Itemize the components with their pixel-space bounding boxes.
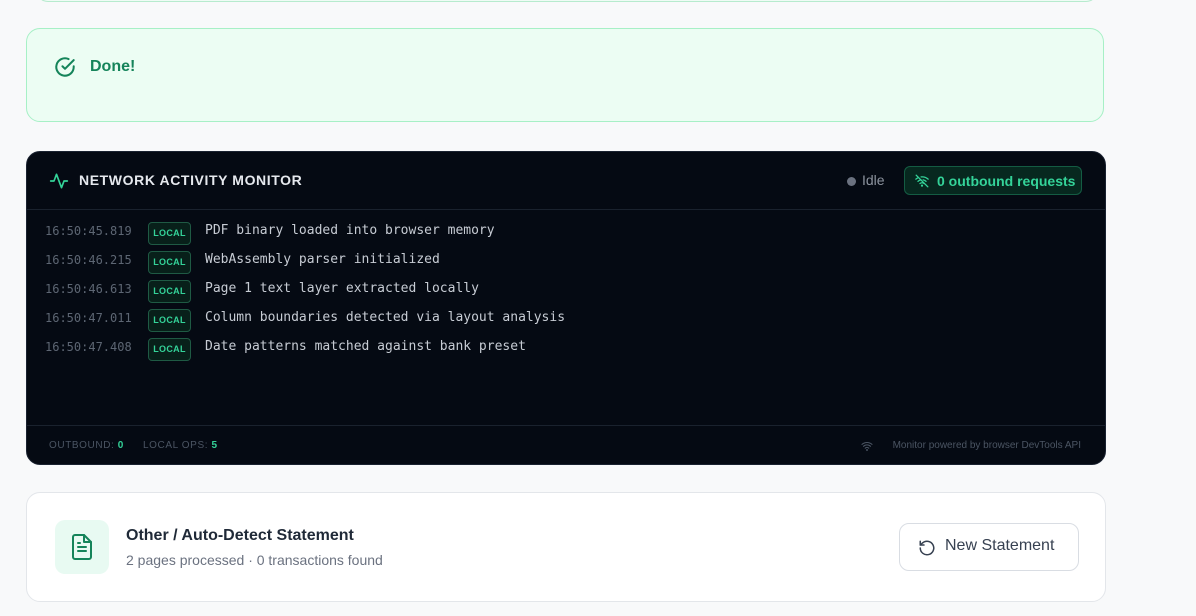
previous-card-edge	[36, 0, 1098, 2]
log-message: Column boundaries detected via layout an…	[205, 310, 566, 325]
log-message: WebAssembly parser initialized	[205, 252, 440, 267]
check-circle-icon	[55, 57, 75, 77]
log-timestamp: 16:50:45.819	[45, 224, 132, 238]
new-statement-label: New Statement	[945, 537, 1055, 554]
outbound-requests-badge: 0 outbound requests	[904, 166, 1082, 195]
monitor-powered-by: Monitor powered by browser DevTools API	[892, 440, 1081, 451]
log-message: Date patterns matched against bank prese…	[205, 339, 526, 354]
local-badge: LOCAL	[148, 338, 191, 361]
local-badge: LOCAL	[148, 222, 191, 245]
monitor-footer: OUTBOUND: 0 LOCAL OPS: 5 Monitor powered…	[27, 425, 1105, 464]
network-activity-monitor: NETWORK ACTIVITY MONITOR Idle 0 outbound…	[26, 151, 1106, 465]
local-ops-value: 5	[211, 440, 218, 451]
activity-pulse-icon	[49, 173, 69, 189]
status-text: Done!	[90, 58, 136, 75]
log-timestamp: 16:50:47.408	[45, 340, 132, 354]
log-message: Page 1 text layer extracted locally	[205, 281, 479, 296]
outbound-count-value: 0	[117, 440, 124, 451]
monitor-title: NETWORK ACTIVITY MONITOR	[79, 172, 303, 188]
outbound-count: OUTBOUND: 0	[49, 440, 124, 451]
log-timestamp: 16:50:46.215	[45, 253, 132, 267]
status-banner: Done!	[26, 28, 1104, 122]
document-tile	[55, 520, 109, 574]
local-ops-label: LOCAL OPS:	[143, 440, 209, 451]
local-ops-count: LOCAL OPS: 5	[143, 440, 218, 451]
log-timestamp: 16:50:46.613	[45, 282, 132, 296]
refresh-icon	[919, 540, 935, 556]
local-badge: LOCAL	[148, 309, 191, 332]
log-message: PDF binary loaded into browser memory	[205, 223, 495, 238]
wifi-off-icon	[915, 174, 929, 188]
document-icon	[72, 534, 92, 560]
monitor-state: Idle	[862, 172, 885, 188]
new-statement-button[interactable]: New Statement	[899, 523, 1079, 571]
statement-subtitle: 2 pages processed · 0 transactions found	[126, 552, 383, 568]
wifi-icon	[861, 442, 873, 451]
monitor-header: NETWORK ACTIVITY MONITOR Idle 0 outbound…	[27, 152, 1105, 210]
local-badge: LOCAL	[148, 251, 191, 274]
idle-status-dot	[847, 177, 856, 186]
outbound-requests-text: 0 outbound requests	[937, 173, 1076, 189]
local-badge: LOCAL	[148, 280, 191, 303]
log-timestamp: 16:50:47.011	[45, 311, 132, 325]
statement-title: Other / Auto-Detect Statement	[126, 527, 354, 544]
statement-summary-card: Other / Auto-Detect Statement 2 pages pr…	[26, 492, 1106, 602]
outbound-count-label: OUTBOUND:	[49, 440, 115, 451]
